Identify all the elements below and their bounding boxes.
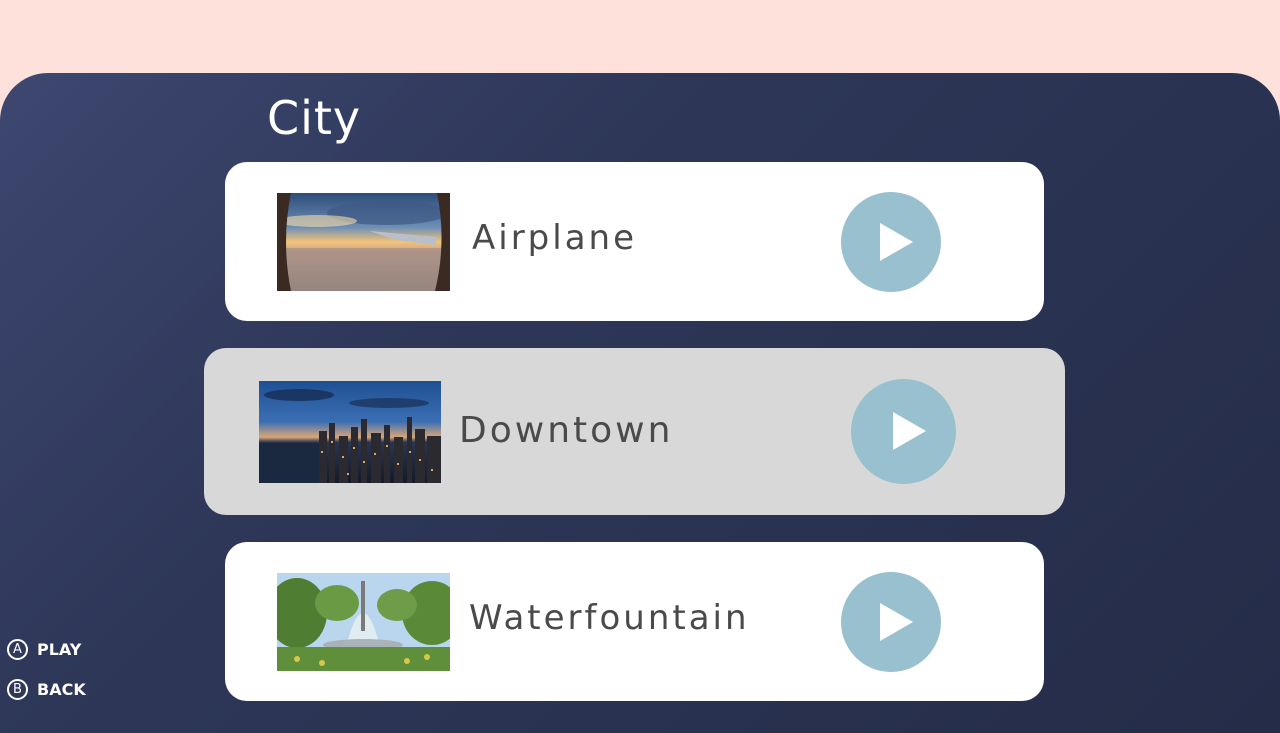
a-button-icon: A <box>7 638 28 660</box>
hint-label: PLAY <box>37 639 82 659</box>
track-card-waterfountain[interactable]: Waterfountain <box>225 542 1044 701</box>
hint-play: A PLAY <box>7 636 86 662</box>
play-button-waterfountain[interactable] <box>841 572 941 672</box>
hint-label: BACK <box>37 679 86 699</box>
hint-back: B BACK <box>7 676 86 702</box>
play-icon <box>880 603 913 641</box>
play-icon <box>880 223 913 261</box>
track-card-airplane[interactable]: Airplane <box>225 162 1044 321</box>
downtown-thumbnail <box>259 381 441 483</box>
category-title: City <box>267 91 362 145</box>
waterfountain-thumbnail <box>277 573 450 671</box>
track-label: Waterfountain <box>469 598 750 638</box>
track-label: Downtown <box>459 410 674 451</box>
play-icon <box>893 412 926 450</box>
airplane-thumbnail <box>277 193 450 291</box>
track-label: Airplane <box>472 218 638 258</box>
controller-hints: A PLAY B BACK <box>7 636 86 716</box>
b-button-icon: B <box>7 678 28 700</box>
play-button-airplane[interactable] <box>841 192 941 292</box>
main-panel: City Airplane Downtown Waterfountain <box>0 73 1280 733</box>
track-card-downtown[interactable]: Downtown <box>204 348 1065 515</box>
play-button-downtown[interactable] <box>851 379 956 484</box>
